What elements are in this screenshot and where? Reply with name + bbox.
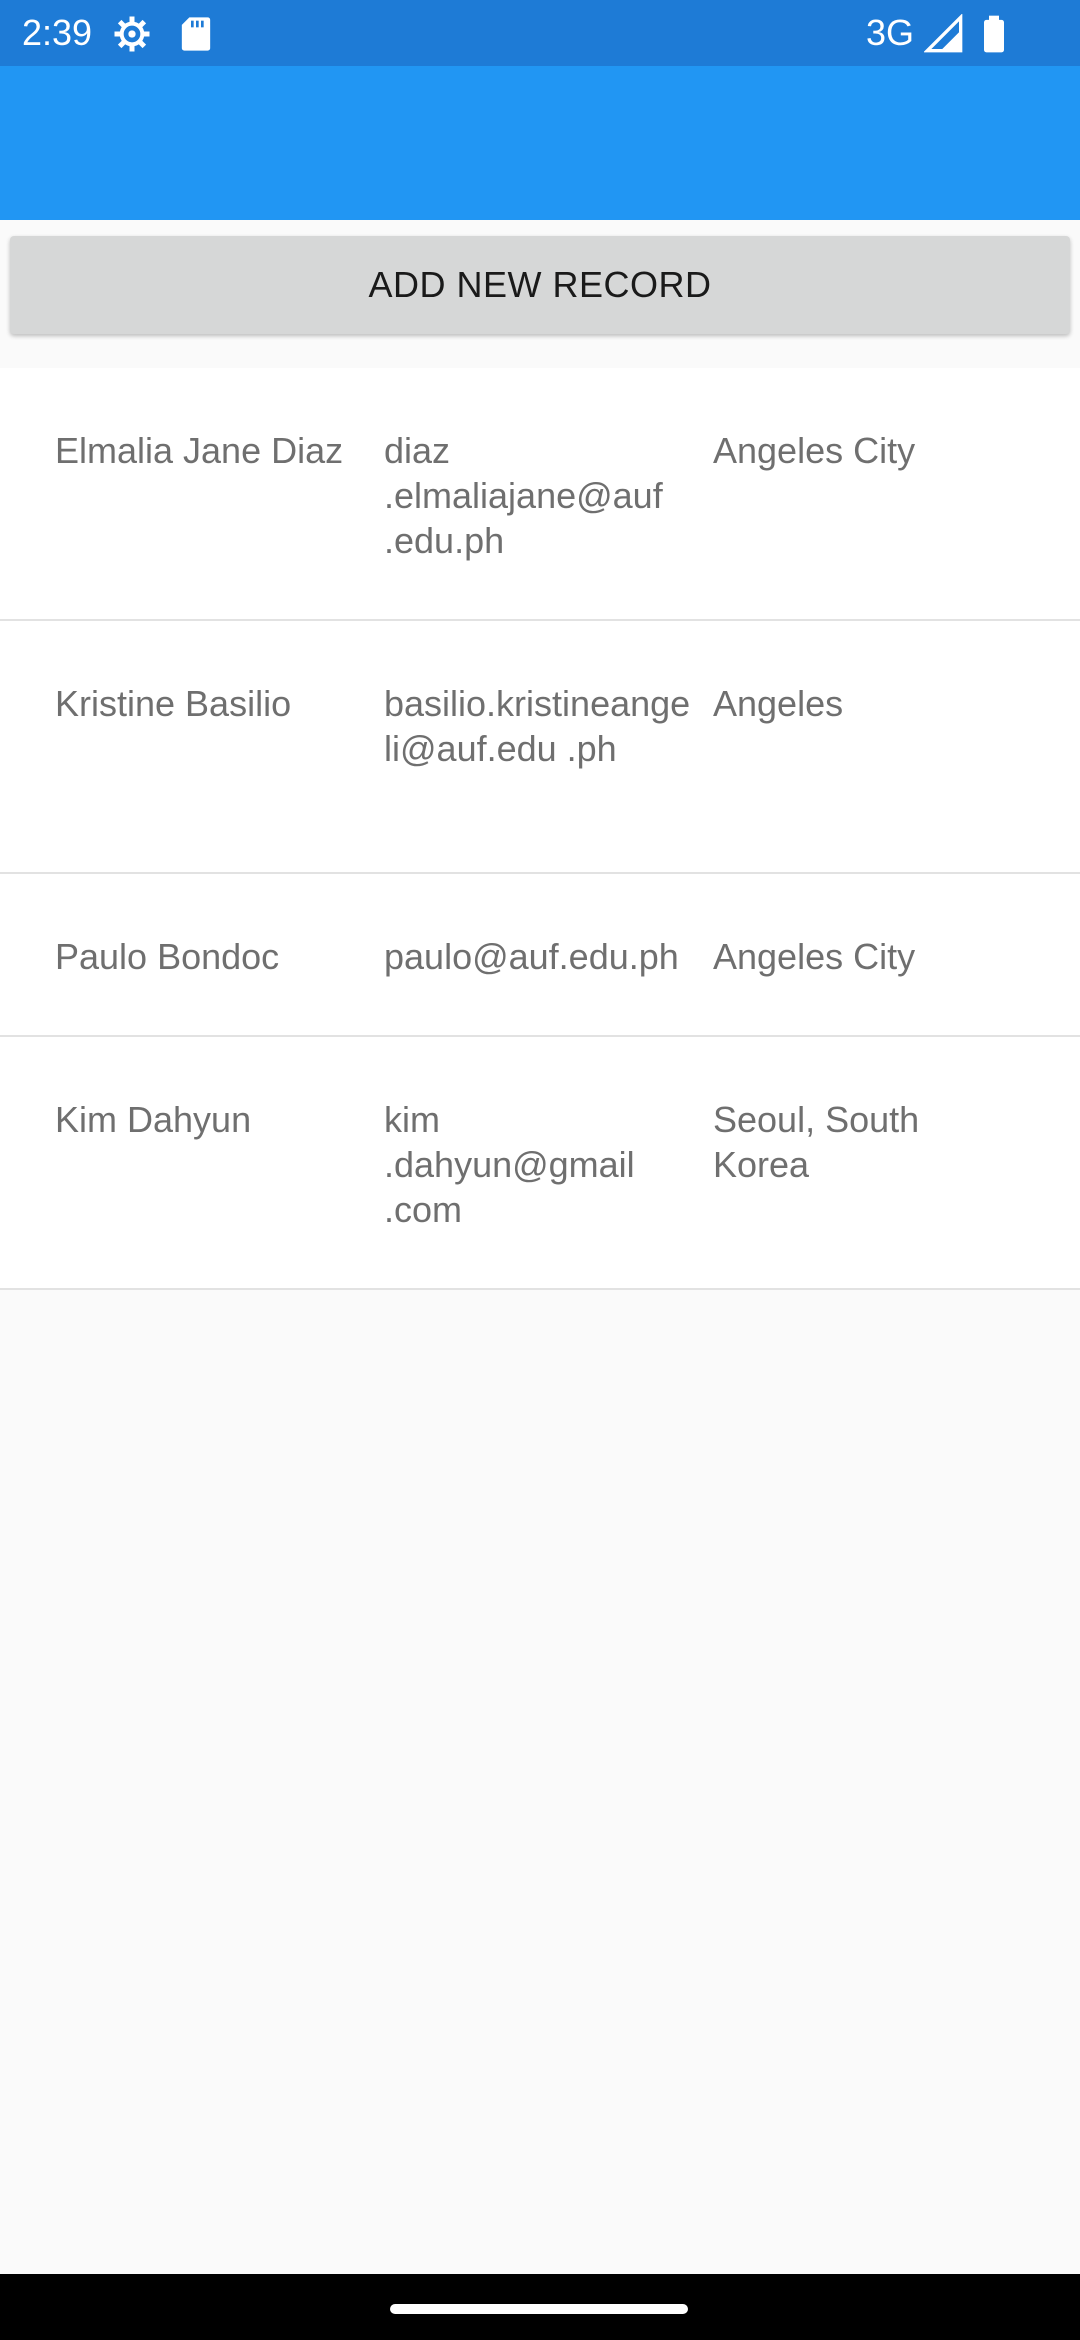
record-row[interactable]: Kristine Basilio basilio.kristineangeli@…	[0, 621, 1080, 874]
record-city: Seoul, South Korea	[713, 1099, 920, 1185]
add-new-record-button[interactable]: ADD NEW RECORD	[10, 236, 1070, 334]
network-type: 3G	[866, 12, 915, 53]
record-name: Elmalia Jane Diaz	[55, 430, 344, 471]
status-time: 2:39	[22, 12, 93, 53]
app-bar	[0, 66, 1080, 220]
signal-icon	[924, 14, 963, 53]
record-name: Kristine Basilio	[55, 683, 292, 724]
record-row[interactable]: Elmalia Jane Diaz diaz .elmaliajane@auf …	[0, 368, 1080, 621]
record-city: Angeles City	[713, 430, 916, 471]
home-gesture-handle[interactable]	[390, 2304, 688, 2314]
record-email: paulo@auf.edu.ph	[384, 936, 679, 977]
record-email: basilio.kristineangeli@auf.edu .ph	[384, 683, 691, 769]
gear-icon	[114, 16, 150, 52]
record-email: diaz .elmaliajane@auf .edu.ph	[384, 430, 663, 561]
record-name: Paulo Bondoc	[55, 936, 280, 977]
battery-icon	[984, 15, 1004, 53]
status-bar: 2:39 3G	[0, 0, 1080, 66]
record-email: kim .dahyun@gmail .com	[384, 1099, 635, 1230]
record-list: Elmalia Jane Diaz diaz .elmaliajane@auf …	[0, 368, 1080, 1290]
record-row[interactable]: Paulo Bondoc paulo@auf.edu.ph Angeles Ci…	[0, 874, 1080, 1037]
record-name: Kim Dahyun	[55, 1099, 252, 1140]
record-city: Angeles City	[713, 936, 916, 977]
record-row[interactable]: Kim Dahyun kim .dahyun@gmail .com Seoul,…	[0, 1037, 1080, 1290]
sd-card-icon	[181, 17, 211, 51]
navigation-bar	[0, 2274, 1080, 2340]
record-city: Angeles	[713, 683, 844, 724]
